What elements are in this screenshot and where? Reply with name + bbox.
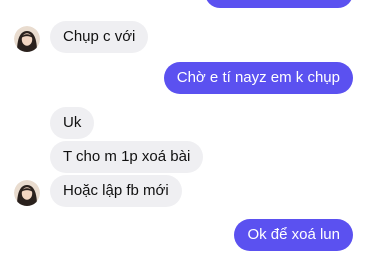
contact-avatar[interactable] — [14, 26, 40, 52]
contact-avatar-icon — [14, 26, 40, 52]
message-bubble-incoming[interactable]: Hoặc lập fb mới — [50, 175, 182, 207]
message-bubble-incoming[interactable]: Chụp c với — [50, 21, 149, 53]
contact-avatar[interactable] — [14, 180, 40, 206]
message-bubble-incoming[interactable]: T cho m 1p xoá bài — [50, 141, 204, 173]
message-bubble-outgoing[interactable]: Chờ e tí nayz em k chụp — [163, 62, 353, 94]
message-bubble-outgoing[interactable]: Ok để xoá lun — [234, 219, 353, 251]
previous-outgoing-message[interactable] — [205, 0, 353, 8]
message-bubble-incoming[interactable]: Uk — [50, 107, 95, 139]
contact-avatar-icon — [14, 180, 40, 206]
